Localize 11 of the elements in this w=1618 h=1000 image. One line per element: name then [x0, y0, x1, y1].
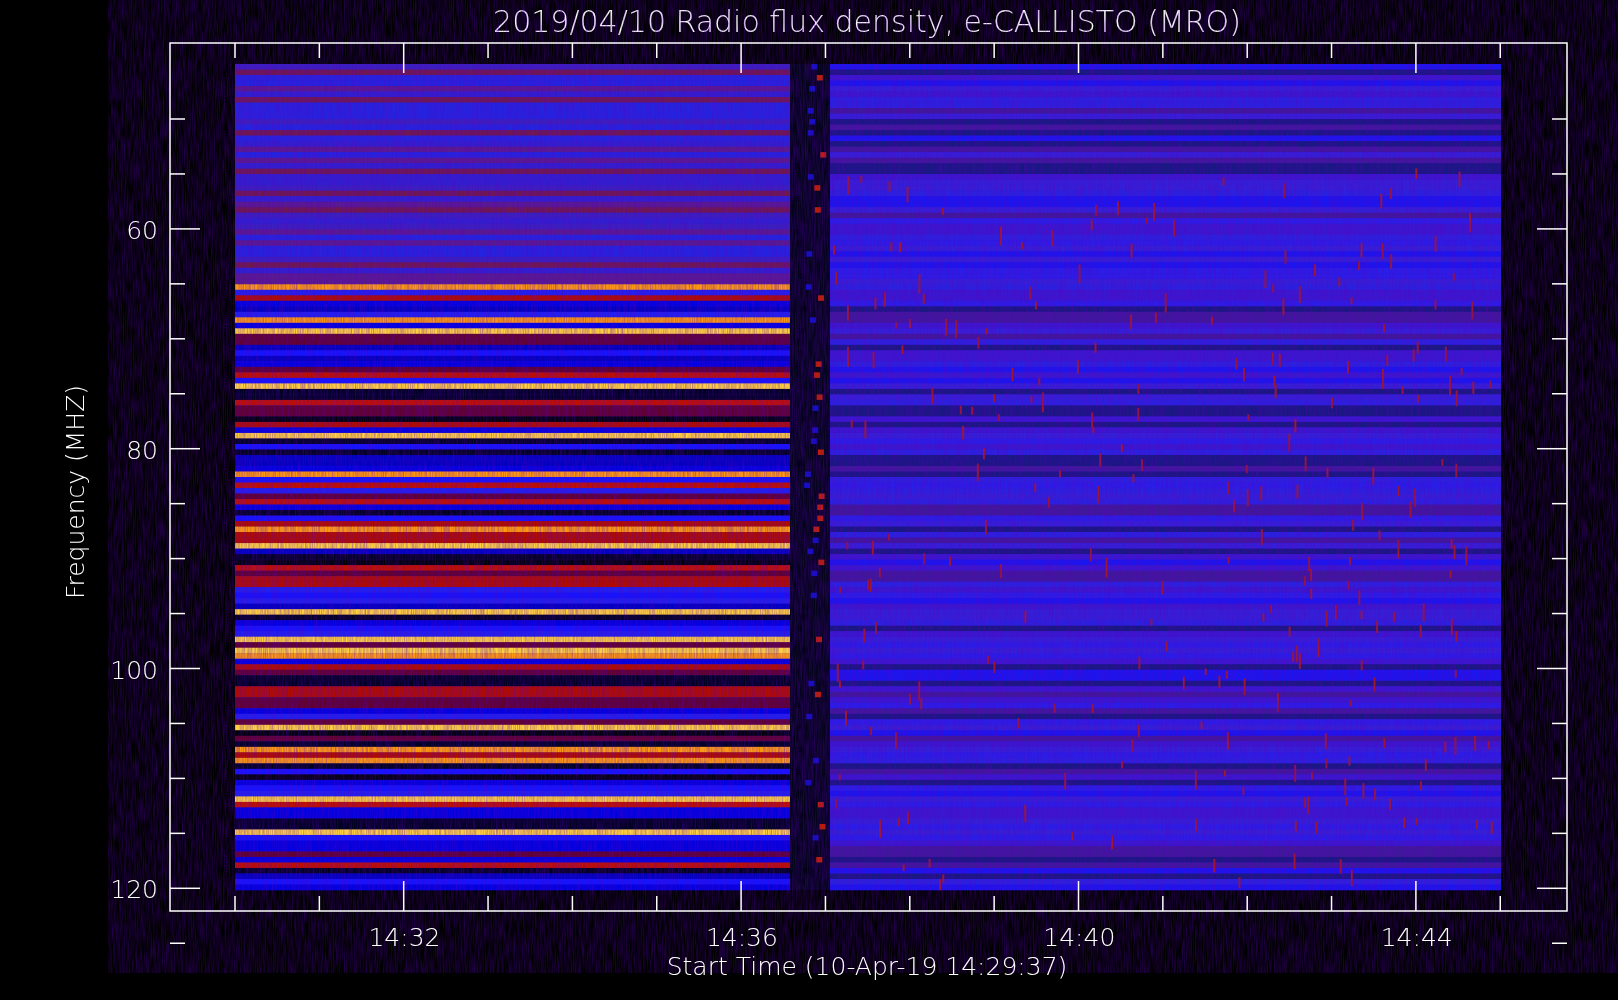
tick-label: 14:32: [368, 923, 441, 952]
tick-label: 100: [110, 655, 158, 685]
tick-label: 60: [126, 216, 158, 245]
tick-label: 80: [126, 435, 158, 465]
axis-label: Frequency (MHZ): [61, 384, 90, 600]
tick-label: 14:40: [1043, 923, 1116, 952]
axis-label: Start Time (10-Apr-19 14:29:37): [666, 952, 1068, 981]
tick-label: 14:44: [1380, 923, 1453, 952]
plot-title: 2019/04/10 Radio flux density, e-CALLISTO (MRO): [493, 4, 1241, 39]
tick-label: 120: [110, 875, 158, 905]
tick-label: 14:36: [705, 923, 778, 952]
